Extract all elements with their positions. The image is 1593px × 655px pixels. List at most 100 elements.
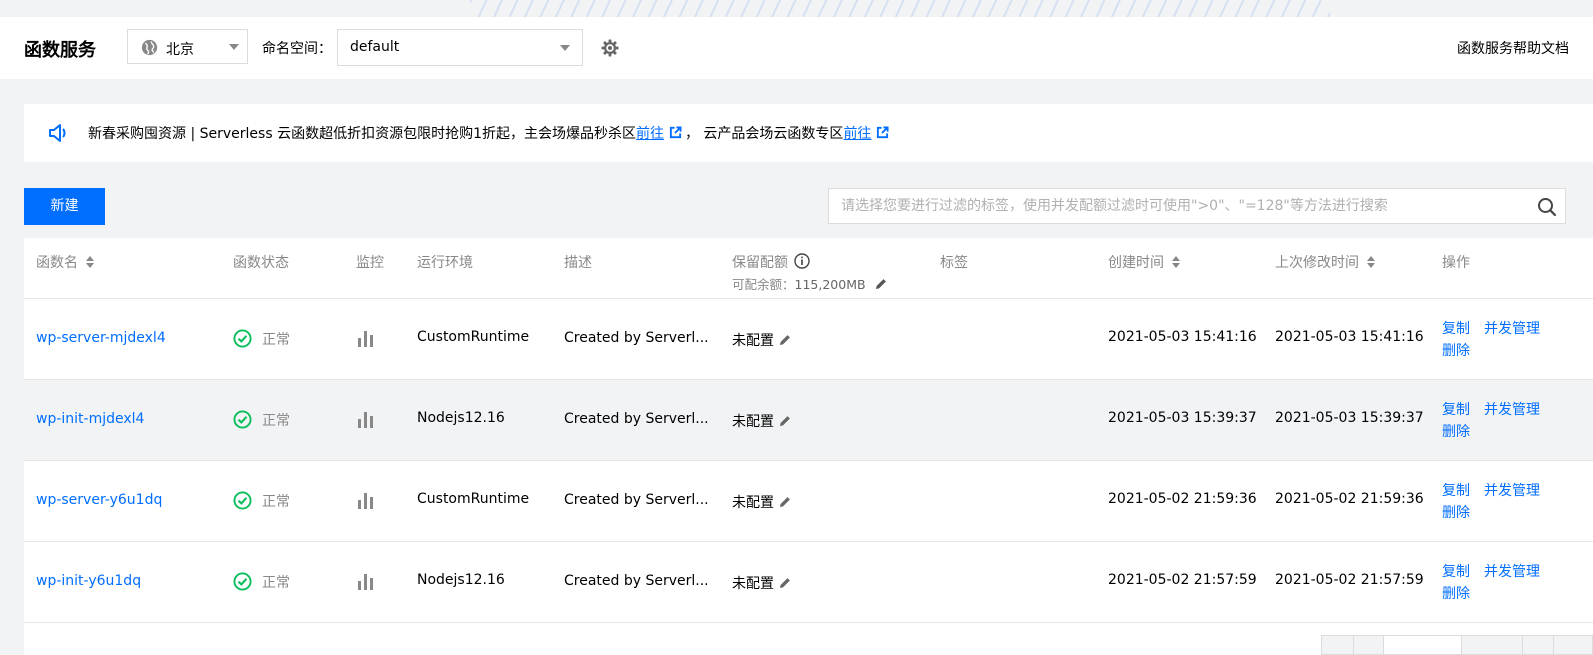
namespace-value: default: [350, 39, 400, 55]
modified-time: 2021-05-02 21:57:59: [1275, 572, 1424, 588]
chevron-down-icon: [560, 45, 570, 51]
concurrency-manage-button[interactable]: 并发管理: [1484, 402, 1540, 418]
notice-text-2: ， 云产品会场云函数专区: [684, 126, 844, 142]
created-time: 2021-05-03 15:41:16: [1108, 329, 1257, 345]
status-text: 正常: [262, 332, 290, 348]
copy-button[interactable]: 复制: [1442, 564, 1470, 580]
row-actions: 复制 并发管理 删除: [1442, 561, 1540, 605]
description-cell: Created by Serverl...: [564, 492, 709, 508]
col-created[interactable]: 创建时间: [1108, 252, 1180, 272]
namespace-label: 命名空间：: [262, 41, 332, 57]
pager-next[interactable]: [1522, 635, 1554, 655]
speaker-icon: [49, 124, 66, 142]
namespace-select[interactable]: default: [337, 29, 583, 66]
runtime-cell: CustomRuntime: [417, 491, 530, 507]
modified-time: 2021-05-02 21:59:36: [1275, 491, 1424, 507]
delete-button[interactable]: 删除: [1442, 586, 1470, 602]
check-circle-icon: [233, 410, 252, 429]
edit-icon[interactable]: [778, 333, 792, 347]
pager-prev[interactable]: [1353, 635, 1384, 655]
delete-button[interactable]: 删除: [1442, 343, 1470, 359]
function-name-link[interactable]: wp-server-mjdexl4: [36, 330, 166, 346]
globe-icon: [141, 39, 158, 56]
promo-notice: 新春采购囤资源 | Serverless 云函数超低折扣资源包限时抢购1折起，主…: [24, 104, 1593, 162]
row-actions: 复制 并发管理 删除: [1442, 318, 1540, 362]
col-actions: 操作: [1442, 255, 1470, 271]
table-row: wp-init-y6u1dq 正常 Nodejs12.16 Created by…: [24, 542, 1593, 623]
status-cell: 正常: [233, 329, 290, 349]
concurrency-manage-button[interactable]: 并发管理: [1484, 564, 1540, 580]
external-link-icon[interactable]: [669, 126, 682, 139]
info-icon[interactable]: [794, 253, 810, 269]
col-status: 函数状态: [233, 255, 289, 271]
functions-table: 函数名 函数状态 监控 运行环境 描述 保留配额 可配余额：115,200MB …: [24, 238, 1593, 655]
bar-chart-icon[interactable]: [357, 573, 374, 590]
status-cell: 正常: [233, 410, 290, 430]
modified-time: 2021-05-03 15:41:16: [1275, 329, 1424, 345]
bar-chart-icon[interactable]: [357, 411, 374, 428]
delete-button[interactable]: 删除: [1442, 505, 1470, 521]
edit-icon[interactable]: [778, 576, 792, 590]
col-quota: 保留配额: [732, 252, 810, 272]
row-actions: 复制 并发管理 删除: [1442, 480, 1540, 524]
pager-first[interactable]: [1321, 635, 1354, 655]
bar-chart-icon[interactable]: [357, 330, 374, 347]
notice-link-scf[interactable]: 前往: [843, 126, 871, 142]
edit-icon[interactable]: [778, 414, 792, 428]
quota-text: 未配置: [732, 495, 774, 511]
edit-icon[interactable]: [778, 495, 792, 509]
col-quota-label: 保留配额: [732, 255, 788, 271]
created-time: 2021-05-02 21:57:59: [1108, 572, 1257, 588]
sort-icon[interactable]: [86, 256, 94, 268]
concurrency-manage-button[interactable]: 并发管理: [1484, 321, 1540, 337]
quota-remaining-label: 可配余额：: [732, 277, 795, 292]
quota-text: 未配置: [732, 333, 774, 349]
col-description: 描述: [564, 255, 592, 271]
col-monitor: 监控: [356, 255, 384, 271]
description-cell: Created by Serverl...: [564, 573, 709, 589]
search-icon[interactable]: [1537, 197, 1557, 217]
quota-remaining: 可配余额：115,200MB: [732, 274, 888, 293]
pager-last[interactable]: [1553, 635, 1593, 655]
table-row: wp-init-mjdexl4 正常 Nodejs12.16 Created b…: [24, 380, 1593, 461]
pagination: [1321, 635, 1593, 655]
function-name-link[interactable]: wp-init-y6u1dq: [36, 573, 141, 589]
delete-button[interactable]: 删除: [1442, 424, 1470, 440]
col-tags: 标签: [940, 255, 968, 271]
help-docs-link[interactable]: 函数服务帮助文档: [1457, 38, 1569, 58]
created-time: 2021-05-03 15:39:37: [1108, 410, 1257, 426]
search-input[interactable]: [841, 189, 1521, 223]
quota-cell: 未配置: [732, 573, 792, 593]
sort-icon[interactable]: [1172, 256, 1180, 268]
gear-icon[interactable]: [600, 38, 620, 58]
notice-link-main[interactable]: 前往: [636, 126, 664, 142]
bar-chart-icon[interactable]: [357, 492, 374, 509]
notice-message: 新春采购囤资源 | Serverless 云函数超低折扣资源包限时抢购1折起，主…: [88, 123, 892, 143]
copy-button[interactable]: 复制: [1442, 402, 1470, 418]
check-circle-icon: [233, 491, 252, 510]
status-text: 正常: [262, 575, 290, 591]
runtime-cell: Nodejs12.16: [417, 410, 505, 426]
external-link-icon[interactable]: [876, 126, 889, 139]
edit-icon[interactable]: [874, 277, 888, 291]
description-cell: Created by Serverl...: [564, 330, 709, 346]
top-strip: [0, 0, 1593, 17]
region-select[interactable]: 北京: [127, 29, 248, 64]
copy-button[interactable]: 复制: [1442, 483, 1470, 499]
row-actions: 复制 并发管理 删除: [1442, 399, 1540, 443]
modified-time: 2021-05-03 15:39:37: [1275, 410, 1424, 426]
page-input[interactable]: [1383, 635, 1462, 655]
col-modified[interactable]: 上次修改时间: [1275, 252, 1375, 272]
page-title: 函数服务: [24, 40, 96, 61]
copy-button[interactable]: 复制: [1442, 321, 1470, 337]
function-name-link[interactable]: wp-init-mjdexl4: [36, 411, 144, 427]
function-name-link[interactable]: wp-server-y6u1dq: [36, 492, 162, 508]
sort-icon[interactable]: [1367, 256, 1375, 268]
new-function-button[interactable]: 新建: [24, 188, 105, 225]
concurrency-manage-button[interactable]: 并发管理: [1484, 483, 1540, 499]
notice-text: 新春采购囤资源 | Serverless 云函数超低折扣资源包限时抢购1折起，主…: [88, 126, 636, 142]
page-header: 函数服务 北京 命名空间： default 函数服务帮助文档: [0, 17, 1593, 79]
col-created-label: 创建时间: [1108, 255, 1164, 271]
col-name[interactable]: 函数名: [36, 252, 94, 272]
col-modified-label: 上次修改时间: [1275, 255, 1359, 271]
